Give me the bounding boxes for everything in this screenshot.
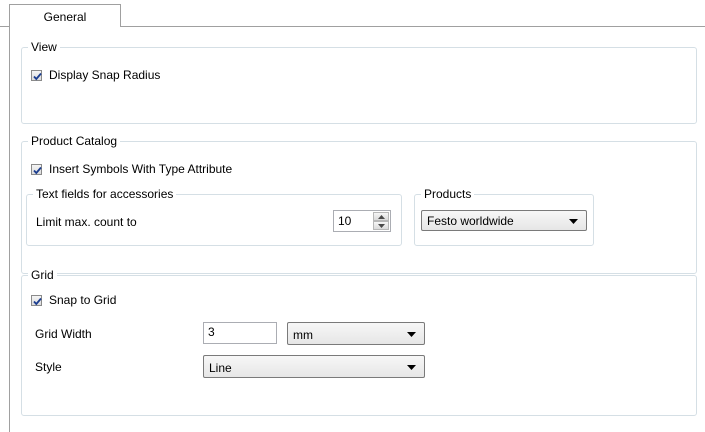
products-group-title: Products (421, 187, 475, 201)
grid-group: Grid Snap to Grid Grid Width 3 mm Style … (21, 268, 697, 416)
grid-unit-selected: mm (293, 328, 313, 342)
display-snap-radius-label: Display Snap Radius (49, 68, 161, 82)
limit-max-count-value: 10 (338, 214, 352, 228)
product-catalog-group: Product Catalog Insert Symbols With Type… (21, 134, 697, 274)
grid-unit-dropdown[interactable]: mm (287, 322, 425, 345)
products-dropdown[interactable]: Festo worldwide (421, 210, 587, 231)
products-group: Products Festo worldwide (414, 187, 594, 246)
spin-buttons (373, 212, 389, 230)
check-icon (33, 297, 42, 305)
display-snap-radius-row[interactable]: Display Snap Radius (31, 67, 160, 83)
grid-width-value: 3 (208, 325, 215, 339)
chevron-down-icon (407, 332, 416, 337)
limit-max-count-spinner[interactable]: 10 (333, 210, 391, 232)
insert-symbols-row[interactable]: Insert Symbols With Type Attribute (31, 161, 232, 177)
snap-to-grid-row[interactable]: Snap to Grid (31, 292, 116, 308)
tab-general-label: General (43, 10, 87, 24)
grid-width-input[interactable]: 3 (203, 322, 277, 344)
text-fields-group: Text fields for accessories Limit max. c… (26, 187, 402, 246)
snap-to-grid-checkbox[interactable] (31, 294, 42, 306)
insert-symbols-checkbox[interactable] (31, 163, 42, 175)
product-catalog-group-title: Product Catalog (28, 134, 121, 148)
view-group-title: View (28, 40, 60, 54)
check-icon (33, 166, 42, 174)
spin-up-button[interactable] (373, 212, 389, 221)
style-selected: Line (209, 361, 232, 375)
spin-up-icon (378, 215, 385, 219)
chevron-down-icon (569, 219, 578, 224)
spin-down-icon (378, 224, 385, 228)
limit-max-count-label: Limit max. count to (36, 215, 137, 229)
grid-group-title: Grid (28, 268, 57, 282)
display-snap-radius-checkbox[interactable] (31, 69, 42, 81)
tab-general[interactable]: General (9, 4, 121, 27)
view-group: View Display Snap Radius (21, 40, 697, 124)
products-selected: Festo worldwide (427, 214, 514, 228)
style-label: Style (35, 360, 62, 374)
snap-to-grid-label: Snap to Grid (49, 293, 117, 307)
general-panel: View Display Snap Radius Product Catalog… (9, 27, 705, 432)
check-icon (33, 72, 42, 80)
chevron-down-icon (407, 365, 416, 370)
style-dropdown[interactable]: Line (203, 355, 425, 378)
grid-width-label: Grid Width (35, 327, 92, 341)
insert-symbols-label: Insert Symbols With Type Attribute (49, 162, 233, 176)
spin-down-button[interactable] (373, 221, 389, 230)
text-fields-group-title: Text fields for accessories (33, 187, 177, 201)
